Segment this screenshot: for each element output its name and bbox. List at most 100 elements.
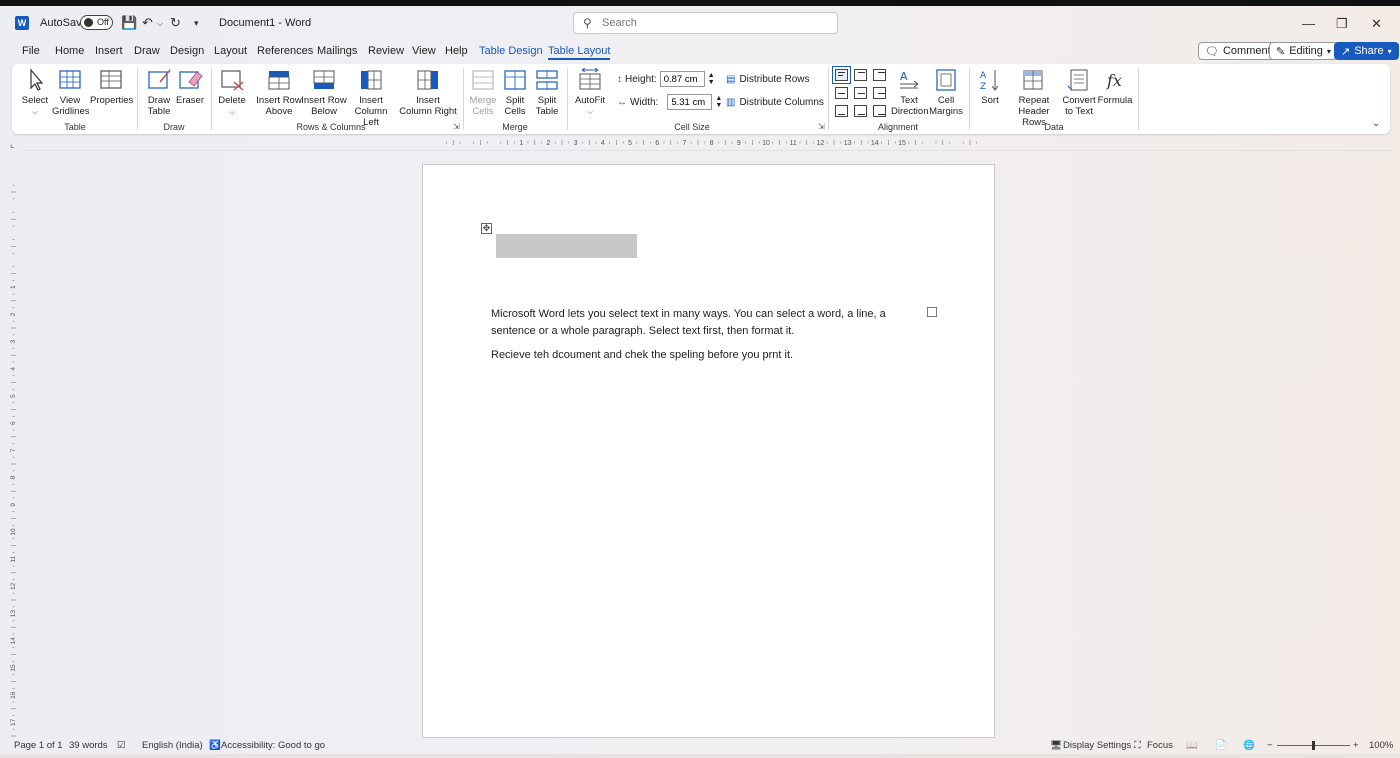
print-layout-icon[interactable]: 📄	[1215, 740, 1227, 751]
table-move-handle-icon[interactable]: ✥	[481, 223, 492, 234]
accessibility-status[interactable]: Accessibility: Good to go	[221, 740, 325, 751]
read-mode-icon[interactable]: 📖	[1186, 740, 1198, 751]
minimize-icon[interactable]: —	[1302, 16, 1315, 31]
align-center-button[interactable]	[854, 87, 867, 99]
display-settings-button[interactable]: Display Settings	[1063, 740, 1131, 751]
collapse-ribbon-icon[interactable]: ⌄	[1372, 118, 1380, 129]
table-cell-selected[interactable]	[496, 234, 637, 258]
split-cells-button[interactable]: Split Cells	[500, 68, 530, 117]
tab-help[interactable]: Help	[445, 45, 468, 57]
zoom-out-icon[interactable]: −	[1267, 740, 1273, 751]
properties-button[interactable]: Properties	[90, 68, 133, 106]
width-spinner-icon[interactable]: ▲ ▼	[715, 95, 722, 109]
tab-layout[interactable]: Layout	[214, 45, 247, 57]
tab-design[interactable]: Design	[170, 45, 204, 57]
share-button[interactable]: ↗ Share ▾	[1334, 42, 1399, 60]
tab-insert[interactable]: Insert	[95, 45, 123, 57]
delete-button[interactable]: Delete ⌵	[217, 68, 247, 118]
autosave-toggle[interactable]: Off	[80, 15, 113, 30]
formula-button[interactable]: fx Formula	[1096, 68, 1134, 106]
tab-view[interactable]: View	[412, 45, 436, 57]
page-count[interactable]: Page 1 of 1	[14, 740, 63, 751]
layout-options-icon[interactable]	[927, 307, 937, 317]
customize-toolbar-icon[interactable]: ▾	[194, 18, 199, 29]
proofing-icon[interactable]: ☑	[117, 740, 126, 751]
vertical-ruler[interactable]: 123456789101112131415161718	[9, 170, 18, 740]
ruler-tick-label: 11	[790, 140, 797, 147]
web-layout-icon[interactable]: 🌐	[1243, 740, 1255, 751]
insert-column-left-button[interactable]: Insert Column Left	[346, 68, 396, 128]
tab-table-layout[interactable]: Table Layout	[548, 45, 611, 60]
zoom-level[interactable]: 100%	[1369, 740, 1393, 751]
align-top-right-button[interactable]	[873, 69, 886, 81]
tab-mailings[interactable]: Mailings	[317, 45, 357, 57]
draw-table-button[interactable]: Draw Table	[144, 68, 174, 117]
tab-file[interactable]: File	[22, 45, 40, 57]
view-gridlines-button[interactable]: View Gridlines	[52, 68, 90, 117]
ribbon-separator	[1138, 68, 1139, 130]
tab-draw[interactable]: Draw	[134, 45, 160, 57]
align-center-right-button[interactable]	[873, 87, 886, 99]
share-label: Share	[1354, 45, 1384, 57]
width-input[interactable]	[667, 94, 713, 110]
language-status[interactable]: English (India)	[142, 740, 203, 751]
undo-icon[interactable]: ↶	[142, 15, 153, 31]
align-bottom-left-button[interactable]	[835, 105, 848, 117]
align-center-left-button[interactable]	[835, 87, 848, 99]
document-page[interactable]: ✥ Microsoft Word lets you select text in…	[422, 164, 995, 738]
zoom-in-icon[interactable]: +	[1353, 740, 1359, 751]
search-input[interactable]	[602, 15, 822, 31]
focus-button[interactable]: Focus	[1147, 740, 1173, 751]
ruler-tick-label: 1	[10, 285, 17, 289]
distribute-rows-button[interactable]: ▤ Distribute Rows	[726, 74, 809, 85]
autofit-button[interactable]: AutoFit ⌵	[573, 68, 607, 118]
undo-dropdown-icon[interactable]: ⌵	[157, 19, 163, 29]
paragraph-2[interactable]: Recieve teh dcoument and chek the spelin…	[491, 347, 911, 364]
tab-references[interactable]: References	[257, 45, 313, 57]
insert-row-above-button[interactable]: Insert Row Above	[255, 68, 303, 117]
cell-margins-button[interactable]: Cell Margins	[929, 68, 963, 117]
height-control: ↕ Height: ▲▼	[617, 71, 715, 87]
zoom-slider-thumb[interactable]	[1312, 741, 1315, 750]
zoom-slider[interactable]	[1277, 741, 1350, 750]
repeat-header-rows-button[interactable]: Repeat Header Rows	[1007, 68, 1061, 128]
merge-cells-button[interactable]: Merge Cells	[468, 68, 498, 117]
dialog-launcher-icon[interactable]: ⇲	[453, 122, 460, 131]
convert-to-text-button[interactable]: Convert to Text	[1062, 68, 1096, 117]
editing-mode-button[interactable]: ✎ Editing ▾	[1269, 42, 1338, 60]
search-box[interactable]: ⚲	[573, 12, 838, 34]
tab-home[interactable]: Home	[55, 45, 84, 57]
sort-button[interactable]: AZ Sort	[975, 68, 1005, 106]
text-direction-button[interactable]: A Text Direction	[891, 68, 929, 117]
convert-to-text-icon	[1067, 69, 1088, 91]
width-control: ↔ Width: ▲▼	[617, 94, 722, 110]
restore-icon[interactable]: ❐	[1336, 16, 1348, 32]
ruler-tick-label: 2	[546, 140, 550, 147]
insert-column-right-button[interactable]: Insert Column Right	[399, 68, 457, 117]
ruler-tick-label: 15	[898, 140, 906, 147]
ruler-tick-label: 10	[10, 528, 17, 536]
tab-review[interactable]: Review	[368, 45, 404, 57]
tab-table-design[interactable]: Table Design	[479, 45, 543, 57]
align-bottom-center-button[interactable]	[854, 105, 867, 117]
word-count[interactable]: 39 words	[69, 740, 108, 751]
height-spinner-icon[interactable]: ▲ ▼	[708, 72, 715, 86]
split-table-button[interactable]: Split Table	[532, 68, 562, 117]
redo-icon[interactable]: ↻	[170, 15, 181, 31]
align-top-center-button[interactable]	[854, 69, 867, 81]
height-input[interactable]	[659, 71, 705, 87]
save-icon[interactable]: 💾	[121, 15, 137, 31]
tab-selector-icon[interactable]: ⌞	[10, 139, 14, 150]
insert-row-below-button[interactable]: Insert Row Below	[300, 68, 348, 117]
align-bottom-right-button[interactable]	[873, 105, 886, 117]
align-top-left-button[interactable]	[832, 66, 851, 84]
dialog-launcher-icon[interactable]: ⇲	[818, 122, 825, 131]
ribbon-separator	[463, 68, 464, 130]
horizontal-ruler[interactable]: 1 2 3 4 5 6 7 8 9 10 11 12 13 14 15	[422, 138, 995, 147]
eraser-button[interactable]: Eraser	[175, 68, 205, 106]
distribute-columns-button[interactable]: ▥ Distribute Columns	[726, 97, 824, 108]
select-button[interactable]: Select ⌵	[20, 68, 50, 118]
close-icon[interactable]: ✕	[1371, 16, 1382, 32]
row-below-label-1: Insert Row	[301, 95, 347, 106]
paragraph-1[interactable]: Microsoft Word lets you select text in m…	[491, 306, 911, 339]
